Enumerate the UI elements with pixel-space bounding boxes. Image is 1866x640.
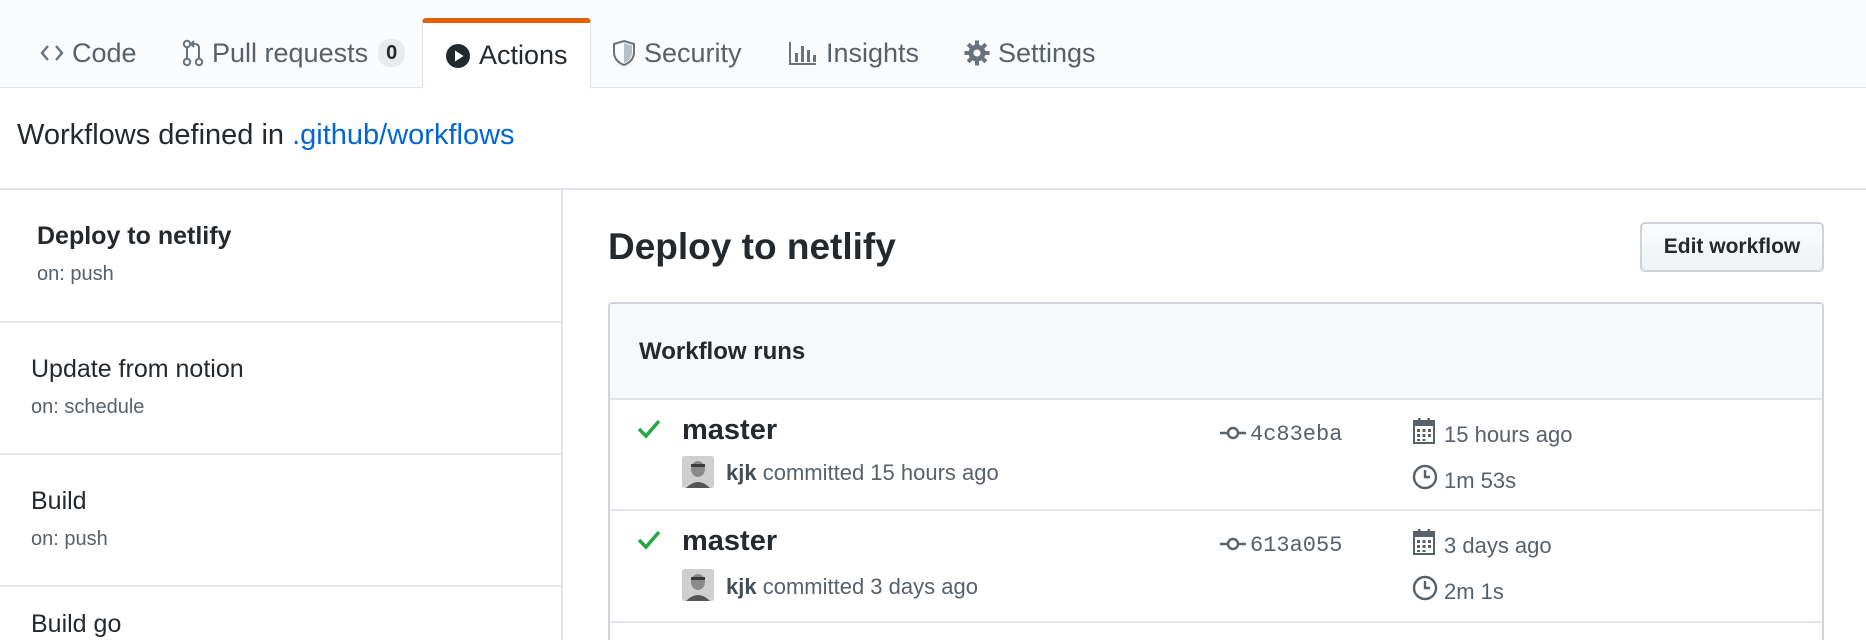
tab-label: Code <box>72 37 137 68</box>
commit-text: committed 3 days ago <box>756 574 978 599</box>
workflows-prefix: Workflows defined in <box>17 119 293 151</box>
clock-icon <box>1412 575 1438 606</box>
workflow-name: Build go <box>31 610 122 638</box>
play-icon <box>445 43 471 69</box>
tab-insights[interactable]: Insights <box>788 18 919 88</box>
calendar-icon <box>1412 417 1436 450</box>
run-commit-info: kjk committed 3 days ago <box>726 574 978 600</box>
code-icon <box>40 43 64 63</box>
workflow-name: Build <box>31 487 87 515</box>
calendar-icon <box>1412 528 1436 561</box>
tab-security[interactable]: Security <box>612 18 742 88</box>
shield-icon <box>612 39 636 67</box>
tab-label: Security <box>644 37 742 68</box>
workflow-name: Deploy to netlify <box>37 222 232 250</box>
pull-request-icon <box>182 39 204 67</box>
commit-sha-link[interactable]: 613a055 <box>1250 533 1342 558</box>
workflow-trigger: on: push <box>37 263 114 285</box>
workflow-run-row[interactable]: master kjk committed 3 days ago 613a055 … <box>610 511 1822 623</box>
workflow-run-row[interactable]: master kjk committed 15 hours ago 4c83eb… <box>610 400 1822 511</box>
commit-sha-link[interactable]: 4c83eba <box>1250 422 1342 447</box>
commit-author[interactable]: kjk <box>726 574 757 599</box>
workflows-defined-text: Workflows defined in .github/workflows <box>17 119 515 152</box>
tab-label: Actions <box>479 40 568 70</box>
success-check-icon <box>637 418 661 445</box>
commit-icon <box>1220 424 1246 447</box>
tab-code[interactable]: Code <box>40 18 137 88</box>
run-commit-info: kjk committed 15 hours ago <box>726 460 999 486</box>
workflow-name: Update from notion <box>31 355 244 383</box>
tab-label: Insights <box>826 37 920 68</box>
avatar <box>682 456 714 488</box>
workflows-folder-link[interactable]: .github/workflows <box>292 119 514 151</box>
commit-author[interactable]: kjk <box>726 460 757 485</box>
pull-request-count-badge: 0 <box>378 39 406 67</box>
tab-pull-requests[interactable]: Pull requests 0 <box>182 18 406 88</box>
workflow-runs-panel: Workflow runs master kjk committed 15 ho… <box>608 302 1824 640</box>
commit-icon <box>1220 535 1246 558</box>
run-branch: master <box>682 525 778 557</box>
workflow-sidebar: Deploy to netlify on: push Update from n… <box>0 190 563 640</box>
commit-text: committed 15 hours ago <box>756 460 999 485</box>
sidebar-item-deploy-to-netlify[interactable]: Deploy to netlify on: push <box>0 190 561 323</box>
repo-tab-nav: Code Pull requests 0 Actions Security In… <box>0 0 1866 89</box>
run-duration: 1m 53s <box>1444 468 1517 493</box>
run-date: 3 days ago <box>1444 533 1552 558</box>
workflow-trigger: on: push <box>31 528 108 550</box>
tab-label: Pull requests <box>212 37 369 68</box>
workflow-runs-header: Workflow runs <box>610 304 1822 400</box>
gear-icon <box>964 40 990 66</box>
tab-actions[interactable]: Actions <box>422 18 591 89</box>
tab-settings[interactable]: Settings <box>964 18 1096 88</box>
workflow-trigger: on: schedule <box>31 396 145 418</box>
run-branch: master <box>682 414 778 446</box>
edit-workflow-button[interactable]: Edit workflow <box>1640 222 1824 272</box>
sidebar-item-build-go[interactable]: Build go <box>0 587 561 640</box>
success-check-icon <box>637 529 661 556</box>
sidebar-item-update-from-notion[interactable]: Update from notion on: schedule <box>0 323 561 455</box>
clock-icon <box>1412 464 1438 495</box>
run-date: 15 hours ago <box>1444 422 1573 447</box>
sidebar-item-build[interactable]: Build on: push <box>0 455 561 587</box>
workflow-runs-heading: Workflow runs <box>639 338 806 365</box>
tab-label: Settings <box>998 37 1096 68</box>
run-duration: 2m 1s <box>1444 579 1504 604</box>
avatar <box>682 569 714 601</box>
page-title: Deploy to netlify <box>608 226 896 267</box>
graph-icon <box>788 40 818 66</box>
